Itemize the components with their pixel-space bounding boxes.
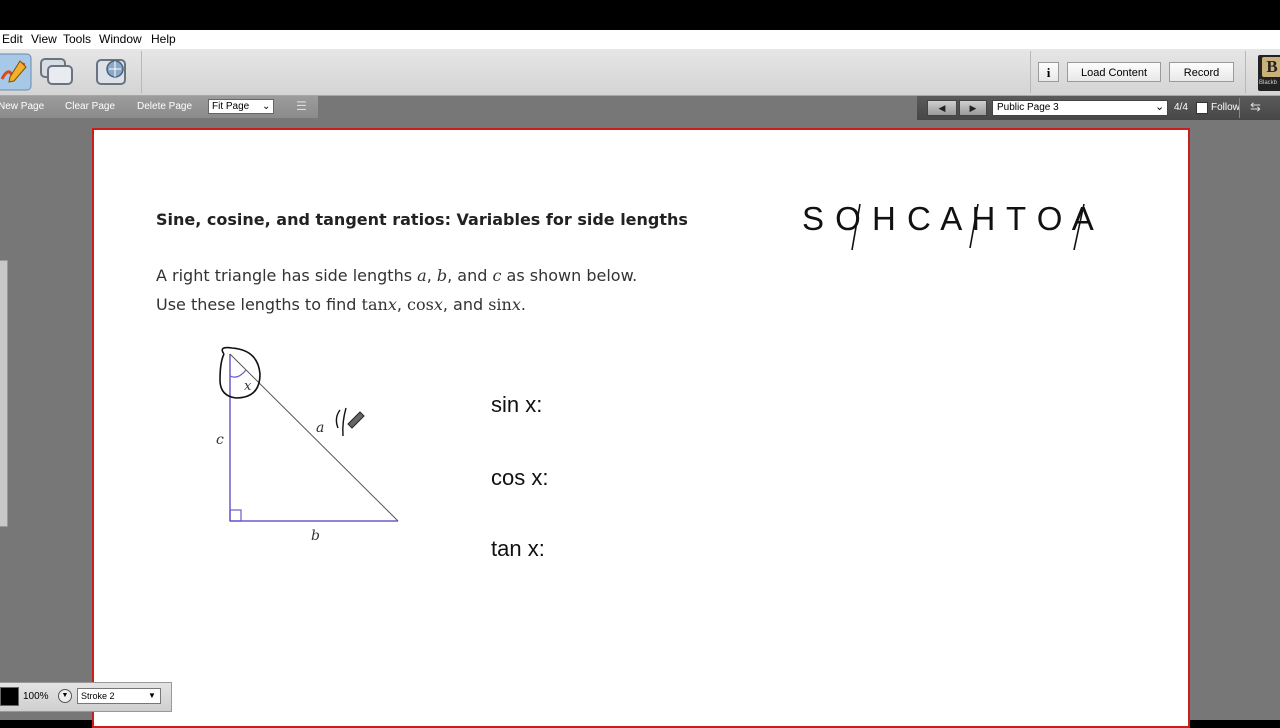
blackboard-logo-letter: B [1262,57,1280,77]
record-button[interactable]: Record [1169,62,1234,82]
page-navigation-bar: ◀ ▶ Public Page 3 ⌄ 4/4 Follow ⇆ [917,96,1280,120]
function-sin: sin [488,295,512,314]
menu-bar: Edit View Tools Window Help [0,30,1280,49]
menu-help[interactable]: Help [151,32,176,46]
fit-page-select[interactable]: Fit Page ⌄ [208,99,274,114]
follow-label: Follow [1211,102,1240,113]
text-run: as shown below. [501,266,638,285]
left-collapsed-panel[interactable] [0,260,8,527]
pen-tool-icon [0,53,32,91]
globe-window-icon [96,59,126,85]
blackboard-logo[interactable]: B Blackb [1258,55,1280,91]
page-select-value: Public Page 3 [997,102,1059,113]
main-toolbar: i Load Content Record B Blackb [0,49,1280,96]
load-content-button[interactable]: Load Content [1067,62,1161,82]
screen-top-band [0,0,1280,30]
menu-tools[interactable]: Tools [63,32,91,46]
menu-view[interactable]: View [31,32,57,46]
text-run: A right triangle has side lengths [156,266,418,285]
menu-edit[interactable]: Edit [2,32,23,46]
stroke-select[interactable]: Stroke 2 ▼ [77,688,161,704]
clear-page-button[interactable]: Clear Page [65,101,115,112]
arrow-right-icon: ▶ [969,103,977,113]
variable-x: x [387,295,397,314]
circle-annotation [219,346,261,399]
info-button[interactable]: i [1038,62,1059,82]
pen-cursor-icon [347,411,365,429]
delete-page-button[interactable]: Delete Page [137,101,192,112]
chevron-down-icon: ⌄ [1155,101,1165,113]
menu-window[interactable]: Window [99,32,142,46]
function-tan: tan [361,295,388,314]
text-run: , [396,295,408,314]
side-a-line [229,353,399,522]
text-run: , and [447,266,493,285]
previous-page-button[interactable]: ◀ [927,100,957,116]
cos-x-label: cos x: [491,465,549,490]
whiteboard-page[interactable]: Sine, cosine, and tangent ratios: Variab… [92,128,1190,728]
problem-line-2: Use these lengths to find tanx, cosx, an… [156,295,526,314]
right-angle-marker [229,509,242,522]
next-page-button[interactable]: ▶ [959,100,987,116]
variable-b: b [436,266,448,285]
toolbar-separator [1245,51,1246,93]
fit-page-value: Fit Page [212,101,250,112]
mnemonic-ink-strokes [851,203,1085,251]
follow-checkbox[interactable] [1196,102,1208,114]
angle-x-label: x [244,379,252,394]
angle-arc [229,369,247,378]
text-run: Use these lengths to find [156,295,362,314]
blackboard-logo-text: Blackb [1259,80,1278,86]
side-a-label: a [316,420,324,436]
text-run: , and [442,295,489,314]
zoom-value: 100% [23,691,49,702]
page-toolbar: New Page Clear Page Delete Page Fit Page… [0,96,318,118]
function-cos: cos [407,295,434,314]
web-share-button[interactable] [93,53,131,91]
variable-a: a [417,266,427,285]
swap-arrows-icon[interactable]: ⇆ [1250,99,1261,115]
new-page-button[interactable]: New Page [0,101,44,112]
display-button[interactable] [38,53,76,91]
right-triangle-diagram: x a c b [216,346,399,544]
ink-tick-annotation [335,407,347,437]
page-select[interactable]: Public Page 3 ⌄ [992,100,1168,116]
chevron-down-icon: ▼ [148,691,156,700]
color-swatch[interactable] [0,687,19,706]
page-count: 4/4 [1174,102,1188,113]
page-title: Sine, cosine, and tangent ratios: Variab… [156,210,688,229]
page-list-icon[interactable]: ☰ [296,99,307,113]
stroke-toolbar: 100% ▼ Stroke 2 ▼ [0,682,172,712]
zoom-dropdown-button[interactable]: ▼ [58,689,72,703]
sin-x-label: sin x: [491,392,543,417]
side-b-label: b [311,528,320,544]
text-run: , [426,266,437,285]
chevron-down-icon: ▼ [61,692,69,699]
stroke-value: Stroke 2 [81,691,115,701]
tan-x-label: tan x: [491,536,545,561]
problem-line-1: A right triangle has side lengths a, b, … [156,266,637,285]
windows-icon [40,58,73,85]
toolbar-separator [141,51,142,93]
side-c-label: c [216,432,224,448]
text-run: . [520,295,526,314]
variable-x: x [433,295,443,314]
nav-separator [1239,98,1240,118]
toolbar-separator [1030,51,1031,93]
arrow-left-icon: ◀ [938,103,946,113]
pen-tool-button[interactable] [0,53,32,91]
chevron-down-icon: ⌄ [262,101,271,112]
variable-x: x [511,295,521,314]
